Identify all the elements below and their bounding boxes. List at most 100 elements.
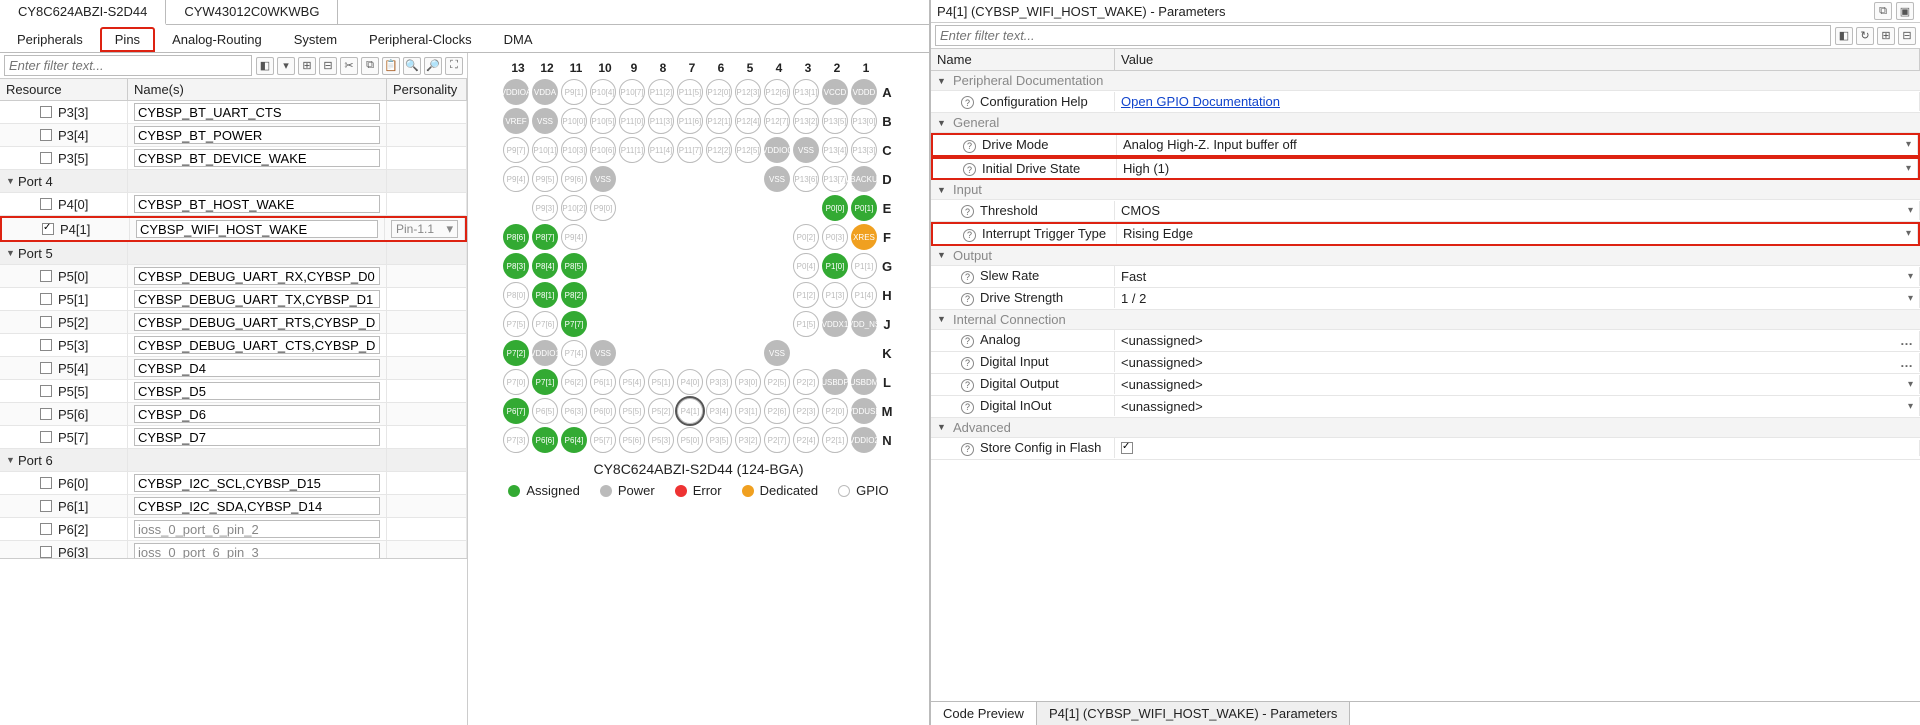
bga-pad[interactable]: P7[4] [561,340,587,366]
chevron-down-icon[interactable]: ▾ [1908,205,1913,216]
pin-filter-input[interactable] [4,55,252,76]
pin-name-cell[interactable] [128,101,387,123]
bga-pad[interactable]: P0[2] [793,224,819,250]
bga-pad[interactable]: P10[0] [561,108,587,134]
pin-resource[interactable]: P5[0] [0,265,128,287]
pin-name-cell[interactable] [128,472,387,494]
param-value[interactable]: <unassigned>▾ [1115,397,1920,416]
bga-pad[interactable]: P8[6] [503,224,529,250]
maximize-icon[interactable]: ⧉ [1874,2,1892,20]
chevron-down-icon[interactable]: ▾ [1906,163,1911,174]
bga-pad[interactable]: P7[7] [561,311,587,337]
bga-pad[interactable]: P3[3] [706,369,732,395]
bga-pad[interactable]: P11[4] [648,137,674,163]
param-group[interactable]: ▼Peripheral Documentation [931,71,1920,91]
bga-pad[interactable]: P3[2] [735,427,761,453]
chevron-down-icon[interactable]: ▾ [1906,228,1911,239]
bga-pad[interactable]: P6[1] [590,369,616,395]
param-group[interactable]: ▼Advanced [931,418,1920,438]
restore-icon[interactable]: ▣ [1896,2,1914,20]
ellipsis-icon[interactable]: … [1900,355,1913,370]
bga-pad[interactable]: VSS [793,137,819,163]
param-filter-input[interactable] [935,25,1831,46]
cat-tab-dma[interactable]: DMA [489,27,548,52]
bga-pad[interactable]: P3[4] [706,398,732,424]
bga-pad[interactable]: P6[2] [561,369,587,395]
bga-pad[interactable]: P3[0] [735,369,761,395]
pin-name-cell[interactable] [128,193,387,215]
bga-pad[interactable]: P6[0] [590,398,616,424]
pin-name-cell[interactable] [128,403,387,425]
pin-personality[interactable] [387,101,467,123]
bga-pad[interactable]: P8[2] [561,282,587,308]
bga-pad[interactable]: P8[3] [503,253,529,279]
pin-resource[interactable]: P6[1] [0,495,128,517]
pin-personality[interactable] [387,426,467,448]
pin-personality[interactable] [387,193,467,215]
bga-pad[interactable]: P5[3] [648,427,674,453]
zoom-in-icon[interactable]: 🔍 [403,57,421,75]
pin-name-cell[interactable] [128,288,387,310]
bga-pad[interactable]: VDD_NS [851,311,877,337]
bga-pad[interactable]: VSS [590,166,616,192]
bga-pad[interactable]: P13[5] [822,108,848,134]
pin-name-cell[interactable] [128,265,387,287]
bga-pad[interactable]: P10[5] [590,108,616,134]
bga-pad[interactable]: P12[1] [706,108,732,134]
bga-pad[interactable]: P10[3] [561,137,587,163]
col-resource[interactable]: Resource [0,79,128,100]
pin-name-cell[interactable] [128,518,387,540]
bga-pad[interactable]: P12[6] [764,79,790,105]
bga-pad[interactable]: P6[6] [532,427,558,453]
bga-pad[interactable]: P9[4] [561,224,587,250]
pin-resource[interactable]: P3[5] [0,147,128,169]
pin-resource[interactable]: P5[4] [0,357,128,379]
bga-pad[interactable]: VSS [590,340,616,366]
port-group[interactable]: ▼Port 6 [0,449,128,471]
param-col-value[interactable]: Value [1115,49,1920,70]
bga-pad[interactable]: P2[4] [793,427,819,453]
pin-personality[interactable] [387,124,467,146]
bga-pad[interactable]: P1[3] [822,282,848,308]
bga-pad[interactable]: VCCD [822,79,848,105]
pin-resource[interactable]: P6[2] [0,518,128,540]
bga-pad[interactable]: P3[1] [735,398,761,424]
bga-pad[interactable]: USBDP [822,369,848,395]
bga-pad[interactable]: P12[0] [706,79,732,105]
pin-resource[interactable]: P5[1] [0,288,128,310]
pin-name-cell[interactable] [128,357,387,379]
param-value[interactable]: <unassigned>▾ [1115,375,1920,394]
ellipsis-icon[interactable]: … [1900,333,1913,348]
bga-pad[interactable]: P5[1] [648,369,674,395]
bga-pad[interactable]: P0[1] [851,195,877,221]
bga-pad[interactable]: P11[1] [619,137,645,163]
bga-pad[interactable]: P3[5] [706,427,732,453]
bga-pad[interactable]: P0[3] [822,224,848,250]
bga-pad[interactable]: P8[5] [561,253,587,279]
bga-pad[interactable]: USBDM [851,369,877,395]
collapse-all-icon[interactable]: ⊟ [319,57,337,75]
bga-pad[interactable]: P6[3] [561,398,587,424]
param-value[interactable]: High (1)▾ [1117,159,1918,178]
bga-pad[interactable]: XRES [851,224,877,250]
pin-personality[interactable] [387,288,467,310]
bga-pad[interactable]: P5[0] [677,427,703,453]
col-personality[interactable]: Personality [387,79,467,100]
param-col-name[interactable]: Name [931,49,1115,70]
param-expand-icon[interactable]: ⊞ [1877,27,1895,45]
bga-pad[interactable]: P5[4] [619,369,645,395]
bga-pad[interactable]: P8[4] [532,253,558,279]
pin-resource[interactable]: P3[4] [0,124,128,146]
param-value[interactable]: <unassigned>… [1115,353,1920,372]
param-refresh-icon[interactable]: ↻ [1856,27,1874,45]
bga-pad[interactable]: P2[2] [793,369,819,395]
bga-pad[interactable]: VDDUSB [851,398,877,424]
param-group[interactable]: ▼Output [931,246,1920,266]
pin-name-cell[interactable] [128,124,387,146]
device-tab[interactable]: CYW43012C0WKWBG [166,0,338,24]
param-checkbox[interactable] [1121,442,1133,454]
pin-personality[interactable] [387,403,467,425]
param-value[interactable]: Analog High-Z. Input buffer off▾ [1117,135,1918,154]
bga-pad[interactable]: P10[4] [590,79,616,105]
param-value[interactable]: Fast▾ [1115,267,1920,286]
